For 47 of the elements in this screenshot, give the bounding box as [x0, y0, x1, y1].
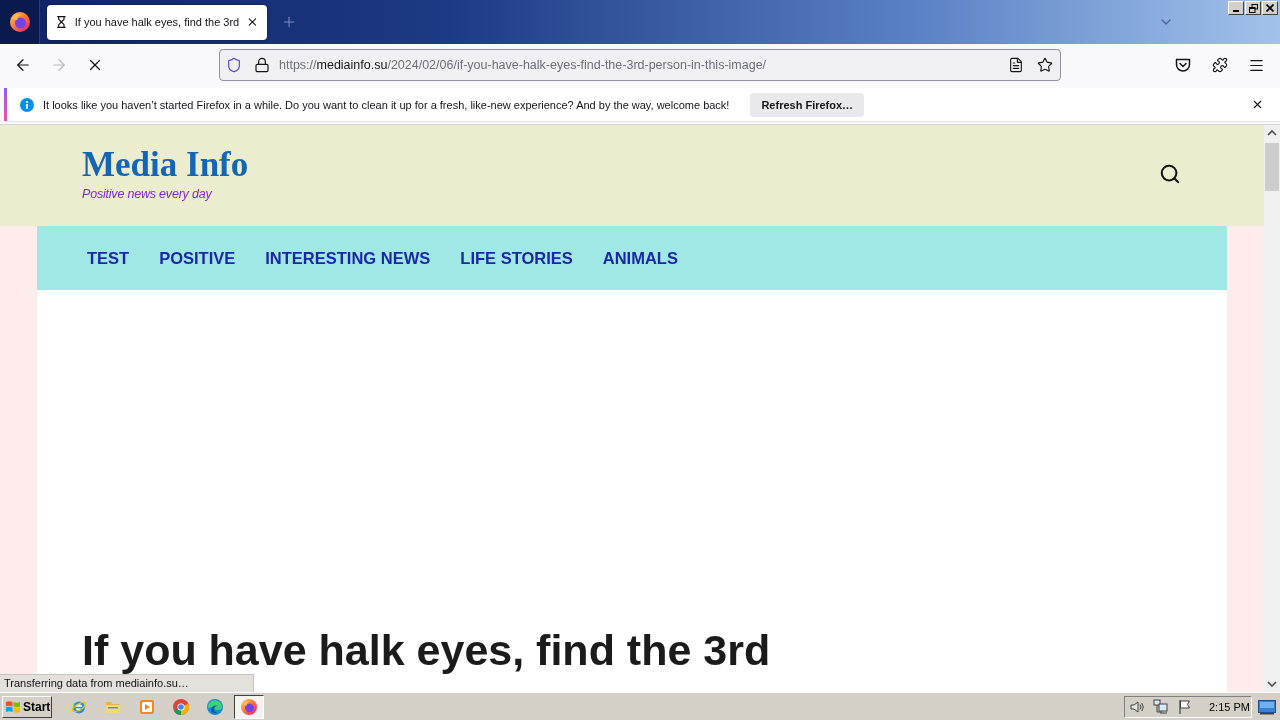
menu-link[interactable]: TEST	[87, 248, 130, 268]
firefox-view-button[interactable]	[0, 0, 40, 44]
reader-view-icon[interactable]	[1008, 57, 1024, 73]
speaker-icon[interactable]	[1129, 698, 1145, 715]
windows-flag-icon	[5, 698, 21, 715]
shield-icon[interactable]	[226, 57, 242, 73]
pocket-icon	[1175, 57, 1191, 73]
clock[interactable]: 2:15 PM	[1209, 700, 1250, 713]
tab-title: If you have halk eyes, find the 3rd	[74, 16, 240, 28]
close-icon[interactable]	[1251, 98, 1264, 111]
scrollbar-thumb[interactable]	[1265, 143, 1279, 191]
url-field[interactable]: https://mediainfo.su/2024/02/06/if-you-have-halk-eyes-find-the-3rd-person-in-this-image/	[219, 49, 1061, 81]
arrow-right-icon	[50, 56, 68, 74]
close-icon[interactable]	[246, 15, 259, 29]
status-text: Transferring data from mediainfo.su…	[0, 674, 254, 692]
chrome-icon	[173, 698, 189, 715]
start-button[interactable]: Start	[2, 695, 52, 718]
lock-icon[interactable]	[254, 57, 270, 73]
edge-icon	[207, 698, 223, 715]
close-button[interactable]	[1262, 1, 1278, 15]
browser-tab[interactable]: If you have halk eyes, find the 3rd	[47, 4, 267, 40]
restore-icon	[1248, 3, 1258, 13]
notification-message: It looks like you haven’t started Firefox in a while. Do you want to clean it up for a fresh, like-new experience? And by the way, welcome back!	[43, 98, 730, 111]
refresh-firefox-button[interactable]: Refresh Firefox…	[750, 92, 865, 117]
restore-button[interactable]	[1245, 1, 1261, 15]
monitor-icon[interactable]	[1258, 698, 1276, 715]
network-icon[interactable]	[1153, 698, 1169, 715]
menu-link[interactable]: POSITIVE	[159, 248, 236, 268]
search-icon[interactable]	[1159, 163, 1181, 185]
url-text: https://mediainfo.su/2024/02/06/if-you-have-halk-eyes-find-the-3rd-person-in-this-image/	[279, 58, 768, 72]
scrollbar[interactable]	[1264, 125, 1280, 692]
firefox-logo-icon	[9, 12, 30, 32]
firefox-logo-icon	[241, 698, 257, 715]
menu-link[interactable]: LIFE STORIES	[460, 248, 573, 268]
site-title[interactable]: Media Info	[82, 145, 249, 185]
minimize-button[interactable]	[1228, 1, 1244, 15]
info-icon	[20, 97, 34, 112]
close-icon	[1266, 4, 1274, 12]
puzzle-icon	[1212, 57, 1228, 73]
article-headline: If you have halk eyes, find the 3rd	[82, 628, 772, 672]
play-icon	[139, 698, 155, 715]
site-tagline: Positive news every day	[82, 186, 213, 203]
flag-icon[interactable]	[1177, 698, 1193, 715]
menu-link[interactable]: ANIMALS	[602, 248, 678, 268]
star-icon[interactable]	[1037, 57, 1053, 73]
menu-link[interactable]: INTERESTING NEWS	[265, 248, 431, 268]
taskbar-app-button[interactable]	[234, 694, 264, 719]
